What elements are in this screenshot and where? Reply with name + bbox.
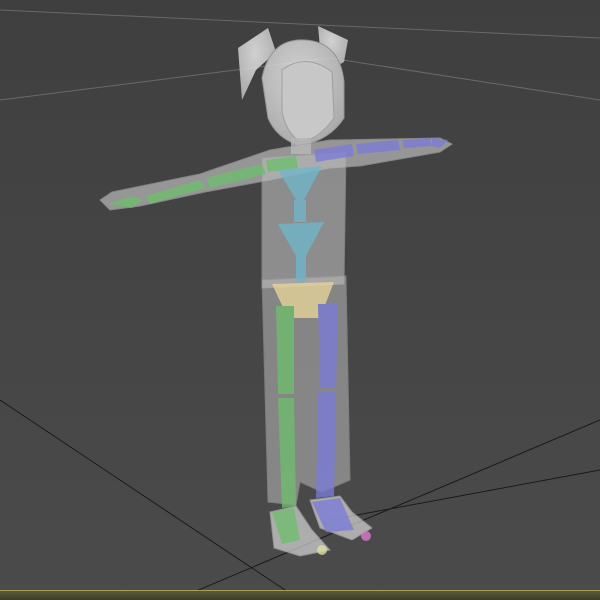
right-calf-bone[interactable] [316,392,336,498]
right-toe-bone[interactable] [361,531,371,541]
spine-base-bone[interactable] [296,256,306,282]
viewport-frame-edge [0,590,600,600]
right-thigh-bone[interactable] [318,304,338,388]
viewport-canvas[interactable] [0,0,600,600]
spine-link-bone[interactable] [294,200,306,222]
left-toe-bone[interactable] [317,545,327,555]
left-thigh-bone[interactable] [276,306,294,394]
3d-viewport[interactable] [0,0,600,600]
